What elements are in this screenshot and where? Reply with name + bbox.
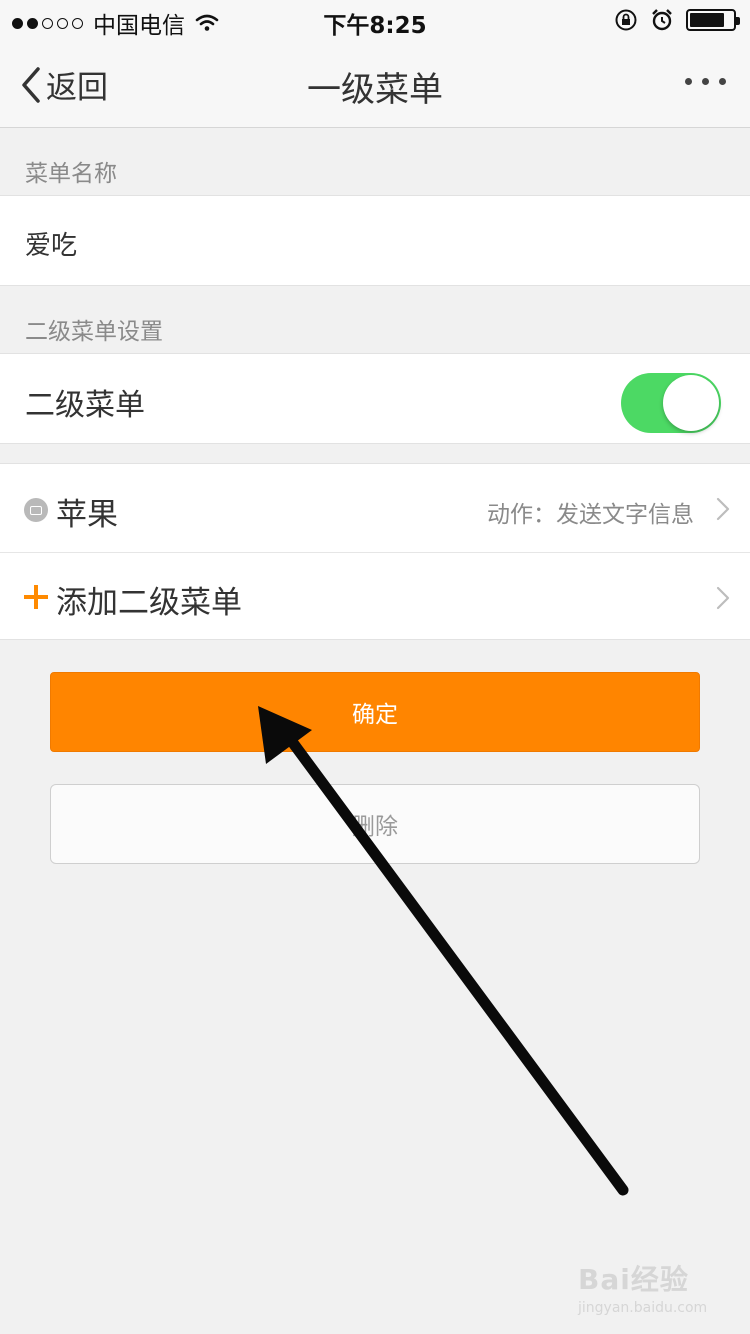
status-bar: 中国电信 下午8:25 <box>0 0 750 40</box>
plus-icon <box>24 585 48 609</box>
menu-name-value: 爱吃 <box>25 231 78 261</box>
confirm-button[interactable]: 确定 <box>50 672 700 752</box>
submenu-toggle-row: 二级菜单 <box>0 353 750 444</box>
menu-name-field[interactable]: 爱吃 <box>0 195 750 286</box>
more-dot <box>719 78 726 85</box>
message-icon <box>24 498 48 522</box>
submenu-toggle-label: 二级菜单 <box>25 388 145 423</box>
add-submenu-row[interactable]: 添加二级菜单 <box>0 553 750 641</box>
alarm-icon <box>652 9 672 31</box>
submenu-list: 苹果 动作：发送文字信息 添加二级菜单 <box>0 463 750 640</box>
rotation-lock-icon <box>615 9 637 31</box>
add-submenu-label: 添加二级菜单 <box>56 585 242 621</box>
chevron-right-icon <box>716 497 730 521</box>
submenu-toggle-switch[interactable] <box>621 373 721 433</box>
battery-icon <box>686 9 740 31</box>
submenu-item-action: 动作：发送文字信息 <box>487 502 694 528</box>
menu-name-section-label: 菜单名称 <box>25 161 117 187</box>
chevron-right-icon <box>716 586 730 610</box>
watermark-brand: Bai经验 <box>578 1263 689 1296</box>
watermark-url: jingyan.baidu.com <box>578 1300 708 1316</box>
baidu-watermark: Bai经验 jingyan.baidu.com <box>578 1258 707 1316</box>
more-dot <box>685 78 692 85</box>
delete-button[interactable]: 删除 <box>50 784 700 864</box>
battery-tip <box>736 17 740 25</box>
page-title: 一级菜单 <box>307 70 443 110</box>
toggle-knob <box>663 375 719 431</box>
more-dot <box>702 78 709 85</box>
submenu-item[interactable]: 苹果 动作：发送文字信息 <box>0 464 750 552</box>
submenu-settings-section-label: 二级菜单设置 <box>25 319 163 345</box>
battery-level <box>690 13 724 27</box>
navigation-bar: 返回 一级菜单 <box>0 40 750 128</box>
status-right <box>614 8 740 32</box>
more-button[interactable] <box>685 78 726 85</box>
submenu-item-label: 苹果 <box>56 497 118 533</box>
